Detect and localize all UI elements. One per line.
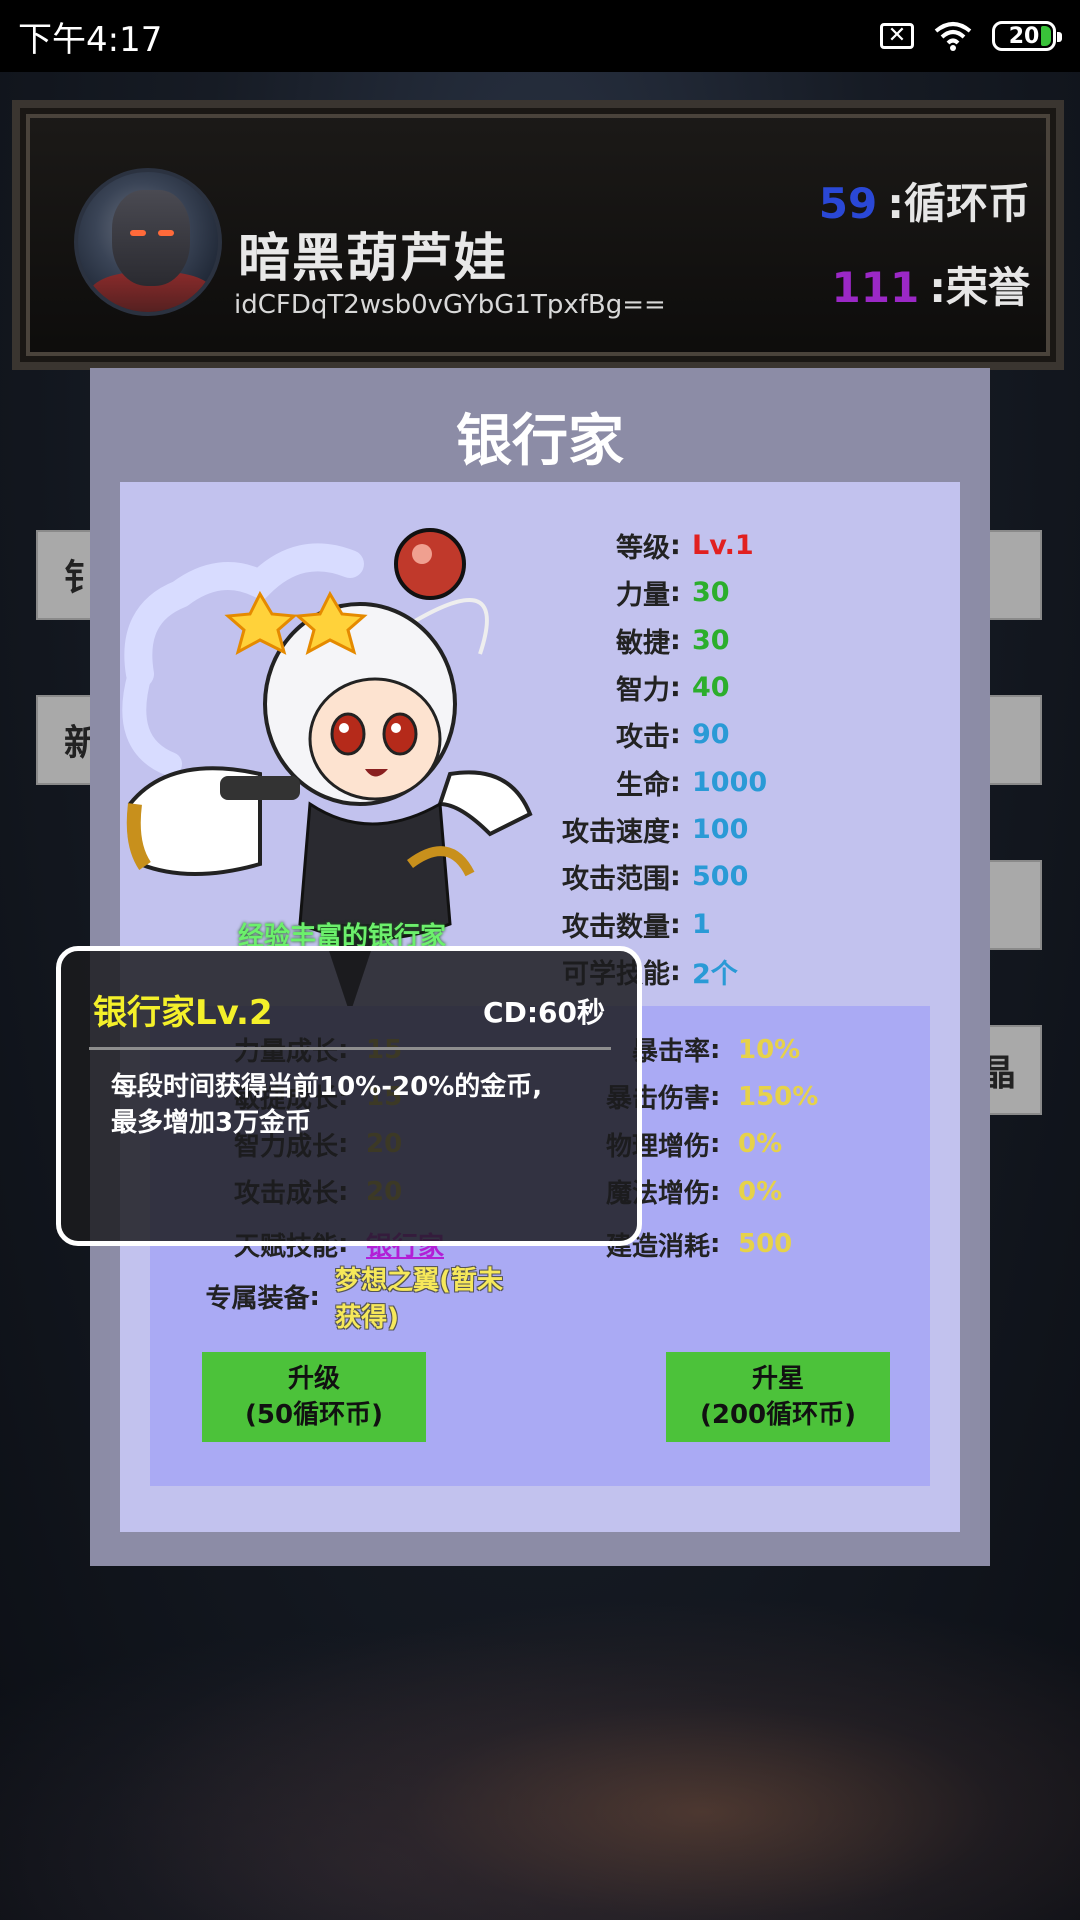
attribute-value: 150% <box>738 1081 819 1112</box>
attribute-colon: : <box>710 1176 721 1207</box>
stat-colon: : <box>670 955 681 987</box>
stat-value: 1 <box>692 908 711 940</box>
stat-colon: : <box>670 624 681 656</box>
attribute-colon: : <box>710 1129 721 1160</box>
skill-tooltip: 银行家Lv.2 CD:60秒 每段时间获得当前10%-20%的金币,最多增加3万… <box>56 946 642 1246</box>
tooltip-description: 每段时间获得当前10%-20%的金币,最多增加3万金币 <box>111 1072 543 1138</box>
equipment-label: 专属装备 <box>205 1284 310 1315</box>
honor-display: 111 :荣誉 <box>832 254 1030 315</box>
player-header: 暗黑葫芦娃 idCFDqT2wsb0vGYbG1TpxfBg== <box>12 100 1064 370</box>
stat-value: Lv.1 <box>692 530 754 562</box>
stat-value: 100 <box>692 813 749 845</box>
stat-label: 力量 <box>616 580 670 612</box>
star-up-button[interactable]: 升星 (200循环币) <box>666 1352 890 1442</box>
stat-row: 攻击:90 <box>450 711 850 758</box>
stat-colon: : <box>670 813 681 845</box>
background-fire <box>0 1560 1080 1920</box>
stat-value: 40 <box>692 672 730 704</box>
stat-colon: : <box>670 530 681 562</box>
avatar[interactable] <box>74 168 222 316</box>
tooltip-title: 银行家Lv.2 <box>93 993 273 1033</box>
stat-value: 30 <box>692 577 730 609</box>
attribute-colon: : <box>710 1229 721 1260</box>
stat-label: 攻击范围 <box>562 864 670 896</box>
wifi-icon <box>934 22 972 51</box>
status-time: 下午4:17 <box>18 19 163 60</box>
stat-row: 攻击速度:100 <box>450 806 850 853</box>
stat-row: 生命:1000 <box>450 758 850 805</box>
equipment-value[interactable]: 梦想之翼(暂未获得) <box>321 1260 528 1334</box>
tooltip-divider <box>89 1047 611 1050</box>
attribute-value: 0% <box>738 1176 783 1207</box>
stat-colon: : <box>670 908 681 940</box>
equipment-colon: : <box>309 1281 320 1312</box>
battery-level: 20 <box>1008 23 1040 49</box>
stat-label: 敏捷 <box>616 627 670 659</box>
stat-row: 智力:40 <box>450 664 850 711</box>
honor-value: 111 <box>831 263 920 312</box>
stat-row: 敏捷:30 <box>450 617 850 664</box>
stat-label: 生命 <box>616 769 670 801</box>
tooltip-cooldown: CD:60秒 <box>483 996 605 1029</box>
honor-label: :荣誉 <box>929 263 1030 312</box>
dialog-title: 银行家 <box>456 409 624 474</box>
stat-colon: : <box>670 719 681 751</box>
currency-display: 59 :循环币 <box>819 170 1030 231</box>
battery-icon: 20 <box>992 21 1062 51</box>
status-icons: ✕ 20 <box>880 21 1062 51</box>
currency-value: 59 <box>818 179 878 228</box>
stat-label: 等级 <box>616 533 670 565</box>
stat-label: 攻击 <box>616 722 670 754</box>
stat-value: 30 <box>692 624 730 656</box>
player-id: idCFDqT2wsb0vGYbG1TpxfBg== <box>234 290 666 320</box>
stat-value: 500 <box>692 861 749 893</box>
stat-row: 力量:30 <box>450 569 850 616</box>
stat-row: 等级: Lv.1 <box>450 522 850 569</box>
stat-value: 90 <box>692 719 730 751</box>
stat-colon: : <box>670 672 681 704</box>
hero-stats: 等级: Lv.1 力量:30 敏捷:30 智力:40 攻击:90 生命:1000 攻击速度:1… <box>450 522 850 995</box>
currency-label: :循环币 <box>887 179 1030 228</box>
attribute-value: 500 <box>738 1229 793 1260</box>
attribute-colon: : <box>710 1034 721 1065</box>
stat-colon: : <box>670 577 681 609</box>
attribute-value: 10% <box>738 1034 801 1065</box>
stat-label: 智力 <box>616 675 670 707</box>
stat-value: 2个 <box>692 958 738 990</box>
stat-row: 攻击范围:500 <box>450 853 850 900</box>
upgrade-button[interactable]: 升级 (50循环币) <box>202 1352 426 1442</box>
attribute-value: 0% <box>738 1129 783 1160</box>
status-bar: 下午4:17 ✕ 20 <box>0 0 1080 72</box>
equipment-row: 专属装备: 梦想之翼(暂未获得) <box>168 1266 528 1333</box>
player-name: 暗黑葫芦娃 <box>238 229 509 289</box>
stat-value: 1000 <box>692 766 768 798</box>
sim-error-icon: ✕ <box>880 23 914 49</box>
stat-colon: : <box>670 766 681 798</box>
attribute-colon: : <box>710 1081 721 1112</box>
stat-label: 攻击速度 <box>562 816 670 848</box>
stat-label: 攻击数量 <box>562 911 670 943</box>
stat-row: 攻击数量:1 <box>450 900 850 947</box>
stat-colon: : <box>670 861 681 893</box>
